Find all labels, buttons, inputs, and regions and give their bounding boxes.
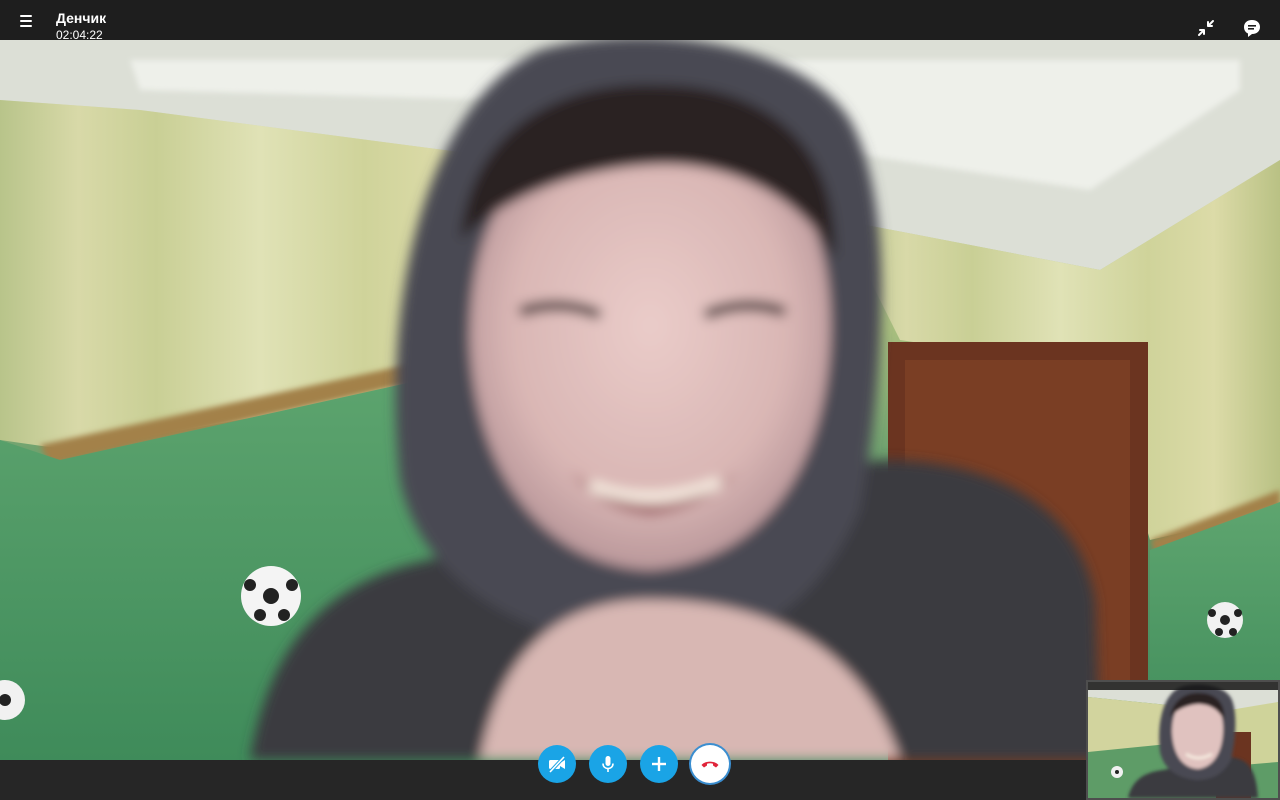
microphone-button[interactable] [589, 745, 627, 783]
remote-video-feed [0, 40, 1280, 760]
remote-video-scene [0, 40, 1280, 760]
video-off-icon [548, 755, 566, 774]
video-call-window: Денчик 02:04:22 [0, 0, 1280, 800]
add-participant-button[interactable] [640, 745, 678, 783]
soccer-ball-decor [241, 566, 301, 626]
chat-bubble-icon[interactable] [1242, 18, 1262, 38]
hamburger-menu-icon[interactable] [18, 13, 38, 29]
self-video-scene [1088, 682, 1278, 798]
microphone-icon [602, 756, 614, 772]
self-video-preview[interactable] [1086, 680, 1280, 800]
self-preview-controls [1172, 793, 1196, 798]
call-header-bar: Денчик 02:04:22 [0, 0, 1280, 42]
call-duration: 02:04:22 [56, 28, 103, 42]
video-off-button[interactable] [538, 745, 576, 783]
soccer-ball-decor [1207, 602, 1243, 638]
collapse-arrows-icon[interactable] [1196, 18, 1216, 38]
caller-name: Денчик [56, 10, 107, 26]
self-preview-header [1088, 682, 1278, 690]
hang-up-phone-icon [701, 761, 719, 768]
plus-icon [652, 757, 666, 771]
end-call-button[interactable] [691, 745, 729, 783]
